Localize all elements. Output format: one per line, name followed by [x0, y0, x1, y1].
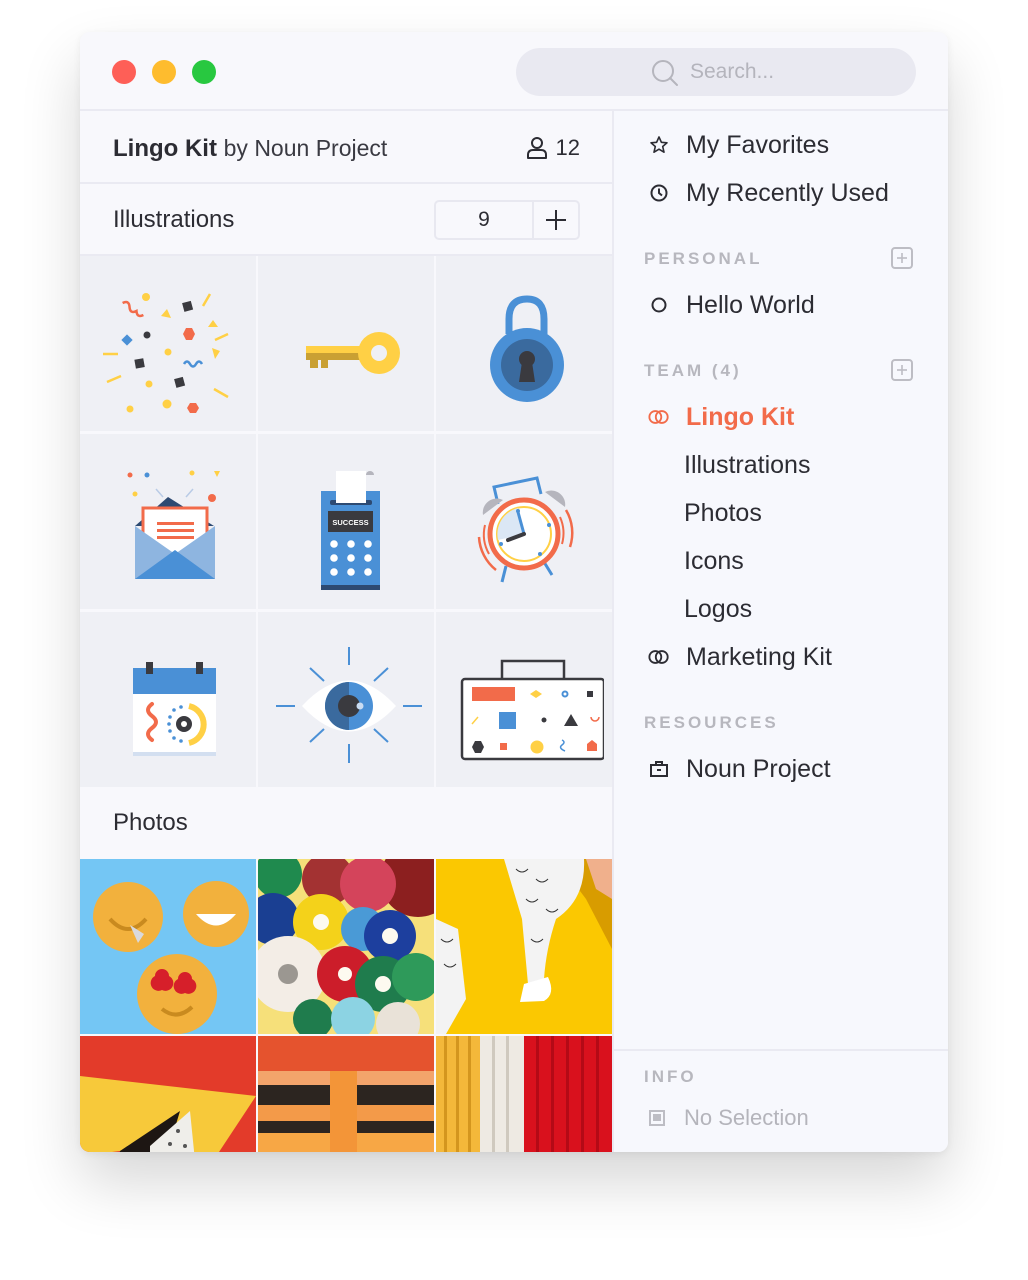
photo-curtains[interactable] [436, 1036, 612, 1152]
search-icon [652, 60, 678, 86]
info-panel: INFO No Selection [614, 1049, 948, 1152]
star-icon [648, 134, 670, 156]
illustration-alarm-clock[interactable] [436, 434, 612, 609]
clock-icon [648, 182, 670, 204]
photo-dancer[interactable] [436, 859, 612, 1034]
illustration-calendar[interactable] [80, 612, 256, 787]
sidebar-item-label: My Recently Used [686, 178, 889, 207]
dancer-photo [436, 859, 612, 1034]
photo-paper-shapes[interactable] [80, 1036, 256, 1152]
photo-vinyl-records[interactable] [258, 859, 434, 1034]
add-team-kit-button[interactable] [891, 359, 913, 381]
user-icon [526, 137, 547, 159]
close-window-button[interactable] [112, 60, 136, 84]
illustrations-count: 9 [436, 202, 534, 238]
vinyl-records-photo [258, 859, 434, 1034]
photos-grid [80, 859, 612, 1152]
members-count[interactable]: 12 [526, 135, 580, 161]
member-count-value: 12 [555, 135, 580, 160]
info-label: INFO [644, 1067, 697, 1086]
search-bar[interactable] [516, 48, 916, 96]
eye-illustration [276, 646, 422, 763]
kit-author: by Noun Project [223, 135, 388, 161]
illustrations-header: Illustrations 9 [80, 184, 612, 256]
terminal-display-text: SUCCESS [332, 518, 368, 527]
confetti-illustration [103, 292, 229, 413]
key-illustration [306, 331, 400, 374]
curtains-photo [436, 1036, 612, 1152]
illustrations-grid: SUCCESS [80, 256, 612, 787]
sidebar-item-label: Logos [684, 594, 753, 623]
alarm-clock-illustration [477, 475, 574, 582]
minimize-window-button[interactable] [152, 60, 176, 84]
illustration-key[interactable] [258, 256, 434, 431]
sidebar-item-favorites[interactable]: My Favorites [648, 125, 829, 165]
title-bar [80, 32, 948, 111]
info-selection: No Selection [648, 1105, 809, 1131]
sidebar-item-label: Hello World [686, 290, 815, 319]
info-selection-text: No Selection [684, 1105, 809, 1130]
circle-icon [648, 294, 670, 316]
kit-header: Lingo Kit by Noun Project 12 [80, 111, 612, 184]
sidebar-item-label: Illustrations [684, 450, 811, 479]
kit-icon [648, 406, 670, 428]
kit-title: Lingo Kit by Noun Project [113, 135, 387, 163]
maximize-window-button[interactable] [192, 60, 216, 84]
search-input[interactable] [690, 56, 890, 88]
add-illustration-button[interactable] [534, 202, 578, 238]
paper-shapes-photo [80, 1036, 256, 1152]
illustration-padlock[interactable] [436, 256, 612, 431]
plus-icon [897, 253, 907, 263]
sidebar-item-logos[interactable]: Logos [684, 589, 752, 629]
emoji-cookies-photo [80, 859, 256, 1034]
calendar-illustration [133, 661, 216, 756]
sidebar-item-photos[interactable]: Photos [684, 493, 762, 533]
payment-terminal-illustration: SUCCESS [321, 470, 380, 590]
sidebar-item-label: My Favorites [686, 130, 830, 159]
app-window: Lingo Kit by Noun Project 12 Illustratio… [80, 32, 948, 1152]
sidebar-item-hello-world[interactable]: Hello World [648, 285, 815, 325]
plus-icon [546, 210, 566, 230]
resources-section-label: RESOURCES [644, 713, 779, 732]
illustrations-title: Illustrations [113, 206, 235, 233]
sidebar-item-marketing-kit[interactable]: Marketing Kit [648, 637, 832, 677]
sidebar-item-illustrations[interactable]: Illustrations [684, 445, 810, 485]
orange-building-photo [258, 1036, 434, 1152]
photos-title: Photos [113, 809, 188, 836]
illustration-payment-terminal[interactable]: SUCCESS [258, 434, 434, 609]
toolbox-illustration [460, 659, 604, 760]
sidebar-item-recently-used[interactable]: My Recently Used [648, 173, 889, 213]
photo-orange-building[interactable] [258, 1036, 434, 1152]
sidebar: My Favorites My Recently Used PERSONAL H… [614, 111, 948, 1152]
selection-icon [649, 1110, 665, 1126]
personal-section-label: PERSONAL [644, 249, 763, 268]
illustrations-count-control: 9 [434, 200, 580, 240]
sidebar-item-label: Noun Project [686, 754, 831, 783]
kit-icon [648, 646, 670, 668]
sidebar-item-lingo-kit[interactable]: Lingo Kit [648, 397, 794, 437]
add-personal-kit-button[interactable] [891, 247, 913, 269]
sidebar-item-label: Photos [684, 498, 762, 527]
photo-emoji-cookies[interactable] [80, 859, 256, 1034]
padlock-illustration [490, 294, 564, 402]
team-section-label: TEAM (4) [644, 361, 742, 380]
sidebar-item-icons[interactable]: Icons [684, 541, 744, 581]
sidebar-item-label: Lingo Kit [686, 402, 795, 431]
main-content: Lingo Kit by Noun Project 12 Illustratio… [80, 111, 612, 1152]
sidebar-item-label: Icons [684, 546, 744, 575]
illustration-eye[interactable] [258, 612, 434, 787]
plus-icon [897, 365, 907, 375]
illustration-confetti[interactable] [80, 256, 256, 431]
envelope-illustration [127, 470, 220, 579]
photos-header: Photos [80, 787, 612, 859]
illustration-envelope[interactable] [80, 434, 256, 609]
sidebar-item-noun-project[interactable]: Noun Project [648, 749, 831, 789]
illustration-toolbox[interactable] [436, 612, 612, 787]
briefcase-icon [648, 758, 670, 780]
kit-name: Lingo Kit [113, 135, 217, 162]
sidebar-item-label: Marketing Kit [686, 642, 832, 671]
